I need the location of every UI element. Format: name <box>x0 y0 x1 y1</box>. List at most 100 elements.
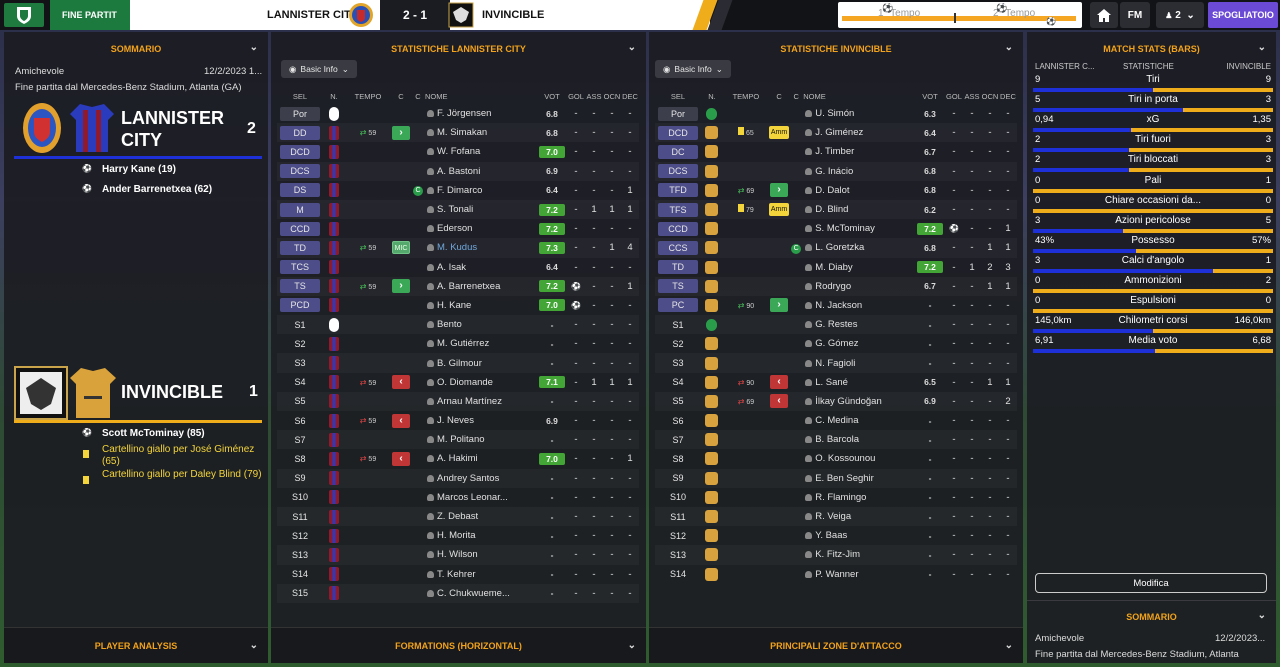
player-name-cell[interactable]: Rodrygo <box>803 277 915 296</box>
player-name[interactable]: G. Restes <box>815 319 857 330</box>
player-name-cell[interactable]: Arnau Martínez <box>425 392 537 411</box>
position-badge[interactable]: DCS <box>280 164 320 179</box>
position-badge[interactable]: M <box>280 202 320 217</box>
player-row[interactable]: DC J. Timber 6.7 - - - - <box>655 142 1017 161</box>
player-name-cell[interactable]: M. Simakan <box>425 123 537 142</box>
player-name[interactable]: S. McTominay <box>815 223 875 234</box>
player-row[interactable]: S2 M. Gutiérrez - - - - - <box>277 334 639 353</box>
player-row[interactable]: CCD Ederson 7.2- - - - <box>277 219 639 238</box>
position-badge[interactable]: S11 <box>658 510 698 524</box>
player-row[interactable]: S13 K. Fitz-Jim - - - - - <box>655 545 1017 564</box>
spogliatoio-button[interactable]: SPOGLIATOIO <box>1208 2 1278 28</box>
player-row[interactable]: S6 C. Medina - - - - - <box>655 411 1017 430</box>
chevron-down-icon[interactable]: ⌄ <box>1258 42 1266 53</box>
player-name-cell[interactable]: L. Sané <box>803 373 915 392</box>
player-name-cell[interactable]: A. Isak <box>425 258 537 277</box>
player-name[interactable]: Bento <box>437 319 462 330</box>
player-row[interactable]: TD M. Diaby 7.2- 1 2 3 <box>655 258 1017 277</box>
chevron-left-icon[interactable]: ‹ <box>770 394 789 409</box>
position-badge[interactable]: S2 <box>280 337 320 351</box>
player-name-cell[interactable]: M. Gutiérrez <box>425 334 537 353</box>
player-name[interactable]: U. Simón <box>815 108 854 119</box>
position-badge[interactable]: S3 <box>658 356 698 370</box>
position-badge[interactable]: TD <box>657 260 698 275</box>
player-row[interactable]: DS C F. Dimarco 6.4 - - - 1 <box>277 181 639 200</box>
player-name[interactable]: M. Politano <box>437 434 485 445</box>
position-badge[interactable]: CCD <box>280 221 320 236</box>
chevron-down-icon[interactable]: ⌄ <box>628 640 636 651</box>
player-name-cell[interactable]: K. Fitz-Jim <box>803 545 915 564</box>
player-name[interactable]: B. Barcola <box>815 434 859 445</box>
player-name[interactable]: R. Flamingo <box>815 492 866 503</box>
player-name[interactable]: G. Gómez <box>815 338 858 349</box>
position-badge[interactable]: S6 <box>658 414 698 428</box>
position-badge[interactable]: TS <box>657 279 698 294</box>
chevron-right-icon[interactable]: › <box>770 183 789 198</box>
home-button[interactable] <box>1090 2 1118 28</box>
player-name-cell[interactable]: H. Kane <box>425 296 537 315</box>
player-row[interactable]: S1 G. Restes - - - - - <box>655 315 1017 334</box>
player-name[interactable]: L. Goretzka <box>815 242 864 253</box>
position-badge[interactable]: S15 <box>280 586 320 600</box>
player-name-cell[interactable]: A. Barrenetxea <box>425 277 537 296</box>
chevron-down-icon[interactable]: ⌄ <box>250 42 258 53</box>
position-badge[interactable]: DC <box>657 144 698 159</box>
player-row[interactable]: S11 Z. Debast - - - - - <box>277 507 639 526</box>
player-name[interactable]: C. Medina <box>815 415 858 426</box>
player-name[interactable]: P. Wanner <box>815 569 858 580</box>
position-badge[interactable]: S8 <box>280 452 320 466</box>
position-badge[interactable]: S10 <box>280 490 320 504</box>
modifica-button[interactable]: Modifica <box>1035 573 1267 593</box>
player-row[interactable]: CCS C L. Goretzka 6.8- -1 1 <box>655 238 1017 257</box>
competition-logo-icon[interactable] <box>4 3 44 27</box>
position-badge[interactable]: DCS <box>657 164 698 179</box>
player-name-cell[interactable]: Ederson <box>425 219 537 238</box>
player-row[interactable]: PC ⇄ 90 › N. Jackson - - - - - <box>655 296 1017 315</box>
position-badge[interactable]: S14 <box>280 567 320 581</box>
player-name-cell[interactable]: G. Inácio <box>803 162 915 181</box>
basic-info-dropdown[interactable]: ◉ Basic Info ⌄ <box>655 60 731 78</box>
summary-header[interactable]: SOMMARIO ⌄ <box>1027 600 1276 634</box>
player-name[interactable]: A. Hakimi <box>437 453 478 464</box>
player-row[interactable]: S8 ⇄ 59 ‹ A. Hakimi 7.0- - -1 <box>277 449 639 468</box>
player-name-cell[interactable]: W. Fofana <box>425 142 537 161</box>
position-badge[interactable]: CCD <box>657 221 698 236</box>
position-badge[interactable]: S2 <box>658 337 698 351</box>
player-name[interactable]: J. Neves <box>437 415 474 426</box>
position-badge[interactable]: S1 <box>280 318 320 332</box>
position-badge[interactable]: TCS <box>280 260 320 275</box>
player-name[interactable]: Marcos Leonar... <box>437 492 508 503</box>
formations-footer[interactable]: FORMATIONS (HORIZONTAL) ⌄ <box>271 627 646 663</box>
player-name[interactable]: M. Kudus <box>437 242 477 253</box>
player-row[interactable]: TS Rodrygo 6.7- -1 1 <box>655 277 1017 296</box>
basic-info-dropdown[interactable]: ◉ Basic Info ⌄ <box>281 60 357 78</box>
position-badge[interactable]: DD <box>280 125 320 140</box>
player-row[interactable]: S12 Y. Baas - - - - - <box>655 526 1017 545</box>
player-name[interactable]: J. Giménez <box>815 127 863 138</box>
player-name[interactable]: Y. Baas <box>815 530 847 541</box>
player-row[interactable]: S10 Marcos Leonar... - - - - - <box>277 488 639 507</box>
player-row[interactable]: S5 Arnau Martínez - - - - - <box>277 392 639 411</box>
player-name-cell[interactable]: M. Diaby <box>803 258 915 277</box>
position-badge[interactable]: TS <box>280 279 320 294</box>
player-name-cell[interactable]: H. Wilson <box>425 545 537 564</box>
position-badge[interactable]: S7 <box>280 433 320 447</box>
player-name[interactable]: J. Timber <box>815 146 854 157</box>
player-name[interactable]: H. Wilson <box>437 549 478 560</box>
player-name-cell[interactable]: J. Neves <box>425 411 537 430</box>
player-name[interactable]: Z. Debast <box>437 511 478 522</box>
player-row[interactable]: S15 C. Chukwueme... - - - - - <box>277 584 639 603</box>
chevron-down-icon[interactable]: ⌄ <box>1005 42 1013 53</box>
position-badge[interactable]: Por <box>657 106 698 121</box>
player-name[interactable]: S. Tonali <box>437 204 473 215</box>
player-row[interactable]: DCS A. Bastoni 6.9- - - - <box>277 162 639 181</box>
player-name[interactable]: Ederson <box>437 223 472 234</box>
summary-header[interactable]: SOMMARIO ⌄ <box>4 32 268 66</box>
player-name[interactable]: O. Kossounou <box>815 453 875 464</box>
match-timeline[interactable]: 1° Tempo 2° Tempo ⚽ ⚽ ⚽ <box>838 2 1082 28</box>
player-analysis-footer[interactable]: PLAYER ANALYSIS ⌄ <box>4 627 268 663</box>
player-row[interactable]: Por F. Jörgensen 6.8 - - - - <box>277 104 639 123</box>
player-name-cell[interactable]: S. Tonali <box>425 200 537 219</box>
player-name[interactable]: O. Diomande <box>437 377 493 388</box>
player-name[interactable]: F. Jörgensen <box>437 108 491 119</box>
